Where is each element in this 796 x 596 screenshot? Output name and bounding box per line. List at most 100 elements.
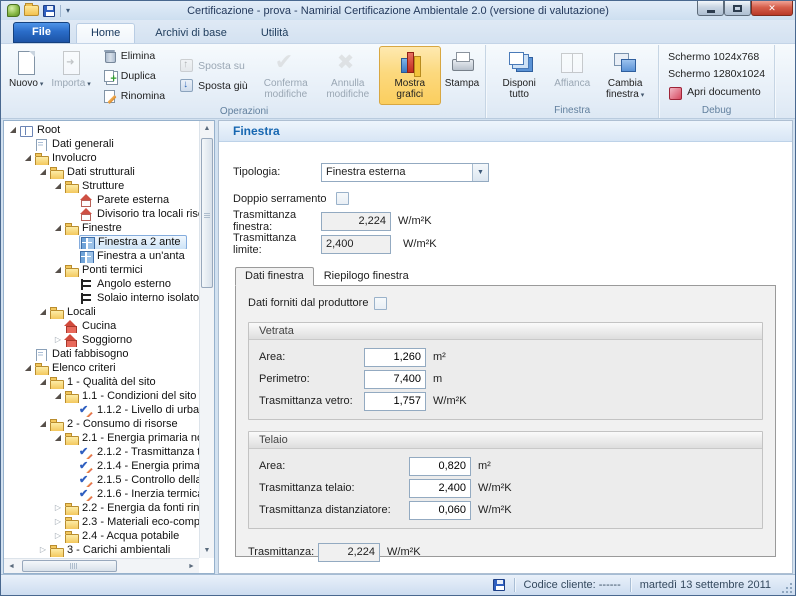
resize-grip[interactable]: [779, 580, 793, 594]
open-file-icon[interactable]: [24, 5, 39, 16]
ribbon-button-label: Annulla modifiche: [321, 78, 375, 100]
trasmittanza-distanziatore-input[interactable]: [409, 501, 471, 520]
tree-item[interactable]: ◢Root: [4, 123, 199, 137]
tab-archivi-di-base[interactable]: Archivi di base: [141, 24, 241, 43]
folder-icon: [49, 166, 63, 179]
maximize-button[interactable]: [724, 1, 751, 16]
trasmittanza-telaio-input[interactable]: [409, 479, 471, 498]
tree-item[interactable]: 2.1.4 - Energia primaria pe: [4, 459, 199, 473]
tree-item[interactable]: ◢Finestre: [4, 221, 199, 235]
tree-item[interactable]: 2.1.5 - Controllo della radia: [4, 473, 199, 487]
tree-expander-icon[interactable]: ◢: [52, 432, 64, 444]
tree-expander-icon[interactable]: ◢: [22, 362, 34, 374]
doppio-serramento-checkbox[interactable]: [336, 192, 349, 205]
ribbon-button-sposta-gi[interactable]: Sposta giù: [174, 76, 253, 95]
save-file-icon[interactable]: [43, 5, 55, 17]
tree-item[interactable]: ◢Locali: [4, 305, 199, 319]
tree-expander-icon[interactable]: ▷: [52, 516, 64, 528]
tree-item[interactable]: ◢2.1 - Energia primaria non rinn: [4, 431, 199, 445]
ribbon-button-mostra-grafici[interactable]: Mostra grafici: [379, 46, 441, 105]
ribbon-button-schermo-1280x1024[interactable]: Schermo 1280x1024: [663, 66, 770, 82]
ribbon-button-duplica[interactable]: Duplica: [97, 66, 170, 85]
tab-file[interactable]: File: [13, 22, 70, 43]
tree-expander-icon[interactable]: ◢: [37, 166, 49, 178]
tree-item[interactable]: ▷2.2 - Energia da fonti rinnovab: [4, 501, 199, 515]
ribbon-button-sposta-su[interactable]: Sposta su: [174, 56, 253, 75]
tree-item[interactable]: Dati fabbisogno: [4, 347, 199, 361]
area-input[interactable]: [364, 348, 426, 367]
tree-item-body: Angolo esterno: [79, 278, 174, 291]
tree-expander-icon[interactable]: ◢: [52, 390, 64, 402]
tree-expander-icon[interactable]: ◢: [52, 180, 64, 192]
tree-item[interactable]: Divisorio tra locali riscaldati: [4, 207, 199, 221]
ribbon-button-disponi-tutto[interactable]: Disponi tutto: [488, 46, 550, 104]
ribbon-button-cambia-finestra[interactable]: Cambia finestra: [594, 46, 656, 104]
tree-expander-icon[interactable]: ▷: [52, 502, 64, 514]
tree-expander-icon[interactable]: ◢: [37, 418, 49, 430]
tree-expander-icon[interactable]: ◢: [37, 306, 49, 318]
ribbon-button-apri-documento[interactable]: Apri documento: [663, 83, 770, 102]
tree-item[interactable]: ◢Dati strutturali: [4, 165, 199, 179]
tipologia-select[interactable]: Finestra esterna ▼: [321, 163, 489, 182]
area-input[interactable]: [409, 457, 471, 476]
tree-expander-icon[interactable]: ◢: [22, 152, 34, 164]
minimize-button[interactable]: [697, 1, 724, 16]
scroll-up-icon[interactable]: ▲: [200, 121, 214, 136]
tab-dati-finestra[interactable]: Dati finestra: [235, 267, 314, 286]
scroll-right-icon[interactable]: ►: [184, 559, 199, 573]
scroll-down-icon[interactable]: ▼: [200, 543, 214, 558]
ribbon-button-stampa[interactable]: Stampa: [441, 46, 483, 105]
tree-item[interactable]: ◢2 - Consumo di risorse: [4, 417, 199, 431]
ribbon-button-annulla-modifiche[interactable]: Annulla modifiche: [317, 46, 379, 105]
tree-item[interactable]: ▷2.3 - Materiali eco-compatibili: [4, 515, 199, 529]
tree-item[interactable]: Parete esterna: [4, 193, 199, 207]
tree-item[interactable]: ▷2.4 - Acqua potabile: [4, 529, 199, 543]
tree-item[interactable]: Dati generali: [4, 137, 199, 151]
chevron-down-icon[interactable]: ▼: [472, 164, 488, 181]
ribbon-button-elimina[interactable]: Elimina: [97, 46, 170, 65]
close-button[interactable]: ✕: [751, 1, 793, 16]
ribbon-button-rinomina[interactable]: Rinomina: [97, 86, 170, 105]
tree-expander-icon[interactable]: ▷: [37, 544, 49, 556]
tree-expander-icon[interactable]: ▷: [52, 334, 64, 346]
tree-item[interactable]: ▷Soggiorno: [4, 333, 199, 347]
ribbon-button-conferma-modifiche[interactable]: Conferma modifiche: [255, 46, 317, 105]
tree-item[interactable]: 2.1.2 - Trasmittanza termic: [4, 445, 199, 459]
horizontal-scroll-thumb[interactable]: [22, 560, 117, 572]
ribbon-button-nuovo[interactable]: Nuovo: [5, 46, 47, 105]
tree-item[interactable]: Finestra a un'anta: [4, 249, 199, 263]
tree-item[interactable]: ◢1.1 - Condizioni del sito: [4, 389, 199, 403]
trasmittanza-vetro-input[interactable]: [364, 392, 426, 411]
tree-expander-icon[interactable]: ◢: [37, 376, 49, 388]
tab-riepilogo-finestra[interactable]: Riepilogo finestra: [314, 267, 419, 286]
perimetro-input[interactable]: [364, 370, 426, 389]
tree-expander-icon[interactable]: ◢: [52, 222, 64, 234]
ribbon-button-affianca[interactable]: Affianca: [550, 46, 594, 104]
tile-windows-icon: [559, 50, 585, 76]
tree-expander-icon[interactable]: ◢: [7, 124, 19, 136]
tree-expander-icon[interactable]: ▷: [52, 530, 64, 542]
dati-produttore-checkbox[interactable]: [374, 297, 387, 310]
scroll-left-icon[interactable]: ◄: [4, 559, 19, 573]
tab-utilita[interactable]: Utilità: [247, 24, 303, 43]
tree-item[interactable]: ◢Involucro: [4, 151, 199, 165]
tree-item[interactable]: ▷3 - Carichi ambientali: [4, 543, 199, 557]
tree-item[interactable]: ◢Strutture: [4, 179, 199, 193]
tree-item[interactable]: Angolo esterno: [4, 277, 199, 291]
tree-vertical-scrollbar[interactable]: ▲ ▼: [199, 121, 214, 558]
tab-home[interactable]: Home: [76, 23, 135, 43]
vertical-scroll-thumb[interactable]: [201, 138, 213, 288]
tree-expander-icon[interactable]: ◢: [52, 264, 64, 276]
tree-item[interactable]: Finestra a 2 ante: [4, 235, 199, 249]
tree-item[interactable]: 1.1.2 - Livello di urbanizzaz: [4, 403, 199, 417]
tree-horizontal-scrollbar[interactable]: ◄ ►: [4, 558, 199, 573]
ribbon-button-importa[interactable]: Importa: [47, 46, 94, 105]
ribbon-button-schermo-1024x768[interactable]: Schermo 1024x768: [663, 49, 770, 65]
qat-dropdown-icon[interactable]: ▾: [66, 7, 70, 15]
tree-item[interactable]: Solaio interno isolato all'est: [4, 291, 199, 305]
tree-item[interactable]: Cucina: [4, 319, 199, 333]
tree-item[interactable]: ◢1 - Qualità del sito: [4, 375, 199, 389]
tree-item[interactable]: ◢Ponti termici: [4, 263, 199, 277]
tree-item[interactable]: ◢Elenco criteri: [4, 361, 199, 375]
tree-item[interactable]: 2.1.6 - Inerzia termica dell: [4, 487, 199, 501]
